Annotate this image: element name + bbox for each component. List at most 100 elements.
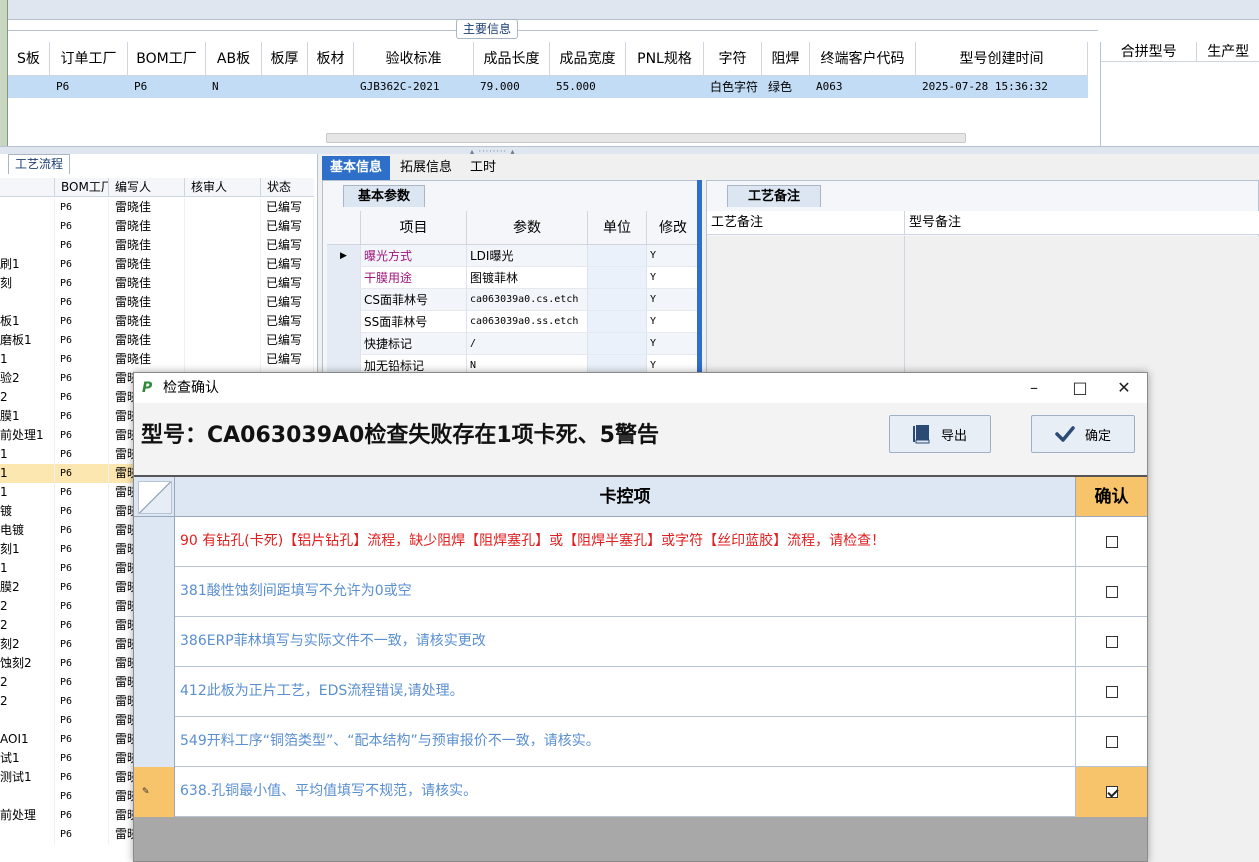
col-bom-factory[interactable]: BOM工厂 [55, 178, 109, 196]
main-cell[interactable]: GJB362C-2021 [354, 76, 474, 98]
col-process-note[interactable]: 工艺备注 [707, 211, 905, 234]
row-selector[interactable] [134, 717, 175, 767]
col-modify[interactable]: 修改 [647, 211, 699, 245]
tab-extended-info[interactable]: 拓展信息 [392, 156, 460, 180]
process-row[interactable]: 板1 P6 雷晓佳 已编写 [0, 312, 314, 331]
process-row[interactable]: 1 P6 雷晓佳 已编写 [0, 350, 314, 369]
col-item[interactable]: 项目 [361, 211, 467, 245]
row-selector[interactable] [327, 311, 361, 333]
minimize-icon[interactable]: – [1011, 373, 1057, 403]
row-selector[interactable] [134, 517, 175, 567]
row-selector[interactable]: ✎ [134, 767, 175, 817]
check-item-row[interactable]: 386ERP菲林填写与实际文件不一致，请核实更改 [134, 617, 1147, 667]
param-row[interactable]: 快捷标记 / Y [327, 333, 699, 355]
row-selector[interactable] [134, 567, 175, 617]
param-cell[interactable]: Y [647, 267, 699, 289]
param-cell[interactable]: ca063039a0.cs.etch [467, 289, 588, 311]
param-cell[interactable]: 图镀菲林 [467, 267, 588, 289]
param-cell[interactable]: Y [647, 289, 699, 311]
process-row[interactable]: P6 雷晓佳 已编写 [0, 198, 314, 217]
row-selector[interactable] [134, 617, 175, 667]
confirm-checkbox[interactable] [1105, 586, 1118, 598]
confirm-checkbox[interactable] [1105, 686, 1118, 698]
splitter-grip-icon[interactable]: ▴ ········ ▴ [470, 148, 515, 156]
main-cell[interactable] [262, 76, 308, 98]
tab-basic-params[interactable]: 基本参数 [343, 185, 426, 207]
row-selector[interactable] [327, 289, 361, 311]
param-cell[interactable]: CS面菲林号 [361, 289, 467, 311]
param-cell[interactable]: Y [647, 333, 699, 355]
param-cell[interactable]: ca063039a0.ss.etch [467, 311, 588, 333]
main-col-header[interactable]: 成品长度 [474, 42, 550, 76]
param-cell[interactable] [588, 245, 647, 267]
param-row[interactable]: ▶ 曝光方式 LDI曝光 Y [327, 245, 699, 267]
process-note-cell[interactable] [707, 236, 905, 381]
check-item-row[interactable]: 381酸性蚀刻间距填写不允许为0或空 [134, 567, 1147, 617]
col-param[interactable]: 参数 [467, 211, 588, 245]
param-cell[interactable] [588, 289, 647, 311]
col-model-note[interactable]: 型号备注 [905, 211, 1259, 234]
main-cell[interactable] [626, 76, 704, 98]
param-cell[interactable] [588, 311, 647, 333]
tab-basic-info[interactable]: 基本信息 [322, 156, 391, 180]
main-cell[interactable]: 白色字符 [704, 76, 762, 98]
main-cell[interactable]: 55.000 [550, 76, 626, 98]
main-info-selected-row[interactable]: P6 P6 N GJB362C-2021 79.000 55.000 白色字符 绿色 A063 2… [8, 76, 1088, 98]
main-col-header[interactable]: PNL规格 [626, 42, 704, 76]
col-unit[interactable]: 单位 [588, 211, 647, 245]
col-confirm[interactable]: 确认 [1076, 477, 1147, 517]
process-row[interactable]: P6 雷晓佳 已编写 [0, 236, 314, 255]
row-selector[interactable] [327, 333, 361, 355]
main-col-header[interactable]: S板 [8, 42, 50, 76]
close-icon[interactable]: ✕ [1101, 373, 1147, 403]
process-row[interactable]: P6 雷晓佳 已编写 [0, 217, 314, 236]
process-row[interactable]: P6 雷晓佳 已编写 [0, 293, 314, 312]
param-cell[interactable]: 干膜用途 [361, 267, 467, 289]
check-item-row[interactable]: ✎ 638.孔铜最小值、平均值填写不规范，请核实。 [134, 767, 1147, 817]
row-selector[interactable] [134, 667, 175, 717]
param-cell[interactable]: SS面菲林号 [361, 311, 467, 333]
process-row[interactable]: 磨板1 P6 雷晓佳 已编写 [0, 331, 314, 350]
col-status[interactable]: 状态 [261, 178, 314, 196]
col-production-model[interactable]: 生产型 [1197, 42, 1259, 61]
param-cell[interactable] [588, 333, 647, 355]
main-cell[interactable] [308, 76, 354, 98]
col-process-name[interactable] [0, 178, 55, 196]
main-col-header[interactable]: 终端客户代码 [810, 42, 916, 76]
main-cell[interactable]: P6 [50, 76, 128, 98]
param-cell[interactable]: LDI曝光 [467, 245, 588, 267]
main-col-header[interactable]: 成品宽度 [550, 42, 626, 76]
main-cell[interactable]: 2025-07-28 15:36:32 [916, 76, 1088, 98]
tab-process-notes[interactable]: 工艺备注 [727, 185, 822, 207]
confirm-checkbox[interactable] [1105, 536, 1118, 548]
col-reviewer[interactable]: 核审人 [185, 178, 261, 196]
main-col-header[interactable]: BOM工厂 [128, 42, 206, 76]
col-merge-model[interactable]: 合拼型号 [1101, 42, 1198, 61]
main-cell[interactable]: P6 [128, 76, 206, 98]
model-note-cell[interactable] [905, 236, 1259, 381]
confirm-checkbox[interactable] [1105, 736, 1118, 748]
main-cell[interactable] [8, 76, 50, 98]
maximize-icon[interactable]: □ [1057, 373, 1103, 403]
main-col-header[interactable]: 板厚 [262, 42, 308, 76]
main-cell[interactable]: N [206, 76, 262, 98]
main-col-header[interactable]: 型号创建时间 [916, 42, 1088, 76]
tab-process-flow[interactable]: 工艺流程 [8, 154, 71, 174]
main-col-header[interactable]: AB板 [206, 42, 262, 76]
tab-work-hours[interactable]: 工时 [462, 156, 504, 180]
confirm-checkbox[interactable] [1105, 636, 1118, 648]
main-col-header[interactable]: 板材 [308, 42, 354, 76]
check-item-row[interactable]: 549开料工序“铜箔类型”、“配本结构”与预审报价不一致，请核实。 [134, 717, 1147, 767]
dialog-titlebar[interactable]: P 检查确认 – □ ✕ [134, 373, 1147, 403]
check-item-row[interactable]: 412此板为正片工艺，EDS流程错误,请处理。 [134, 667, 1147, 717]
main-cell[interactable]: 绿色 [762, 76, 810, 98]
col-check-item[interactable]: 卡控项 [175, 477, 1076, 517]
export-button[interactable]: 导出 [889, 415, 991, 453]
process-row[interactable]: 刷1 P6 雷晓佳 已编写 [0, 255, 314, 274]
param-cell[interactable]: Y [647, 311, 699, 333]
row-pointer-icon[interactable]: ▶ [327, 245, 361, 267]
param-cell[interactable]: Y [647, 245, 699, 267]
param-row[interactable]: SS面菲林号 ca063039a0.ss.etch Y [327, 311, 699, 333]
main-cell[interactable]: A063 [810, 76, 916, 98]
main-col-header[interactable]: 订单工厂 [50, 42, 128, 76]
